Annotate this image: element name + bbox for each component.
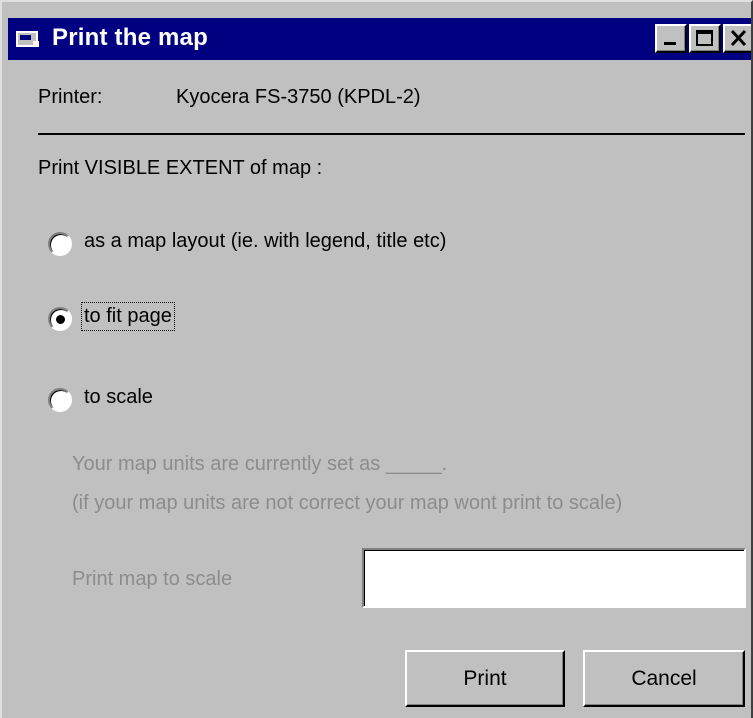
radio-button[interactable] (48, 307, 72, 331)
radio-label: as a map layout (ie. with legend, title … (84, 230, 447, 252)
scale-label: Print map to scale (72, 568, 233, 590)
radio-option-fit-page[interactable]: to fit page (48, 302, 248, 335)
scale-input[interactable] (362, 548, 746, 608)
separator (38, 133, 745, 135)
printer-name: Kyocera FS-3750 (KPDL-2) (176, 86, 421, 108)
cancel-button[interactable]: Cancel (583, 650, 745, 707)
radio-option-map-layout[interactable]: as a map layout (ie. with legend, title … (48, 230, 568, 260)
radio-label: to fit page (81, 302, 175, 331)
app-icon (16, 29, 42, 49)
close-button[interactable] (723, 24, 751, 53)
radio-option-to-scale[interactable]: to scale (48, 386, 248, 416)
map-units-note: Your map units are currently set as ____… (72, 453, 448, 475)
window-title: Print the map (52, 24, 208, 51)
print-map-dialog: Print the map Printer: Kyocera FS-3750 (… (0, 0, 753, 718)
printer-label: Printer: (38, 86, 103, 108)
radio-label: to scale (84, 386, 153, 408)
print-button[interactable]: Print (405, 650, 565, 707)
minimize-button[interactable] (655, 24, 687, 53)
section-heading: Print VISIBLE EXTENT of map : (38, 157, 323, 179)
map-units-warning: (if your map units are not correct your … (72, 492, 623, 514)
maximize-button[interactable] (689, 24, 721, 53)
radio-button[interactable] (48, 232, 72, 256)
radio-selected-dot (56, 315, 65, 324)
title-bar[interactable]: Print the map (8, 18, 751, 60)
radio-button[interactable] (48, 388, 72, 412)
